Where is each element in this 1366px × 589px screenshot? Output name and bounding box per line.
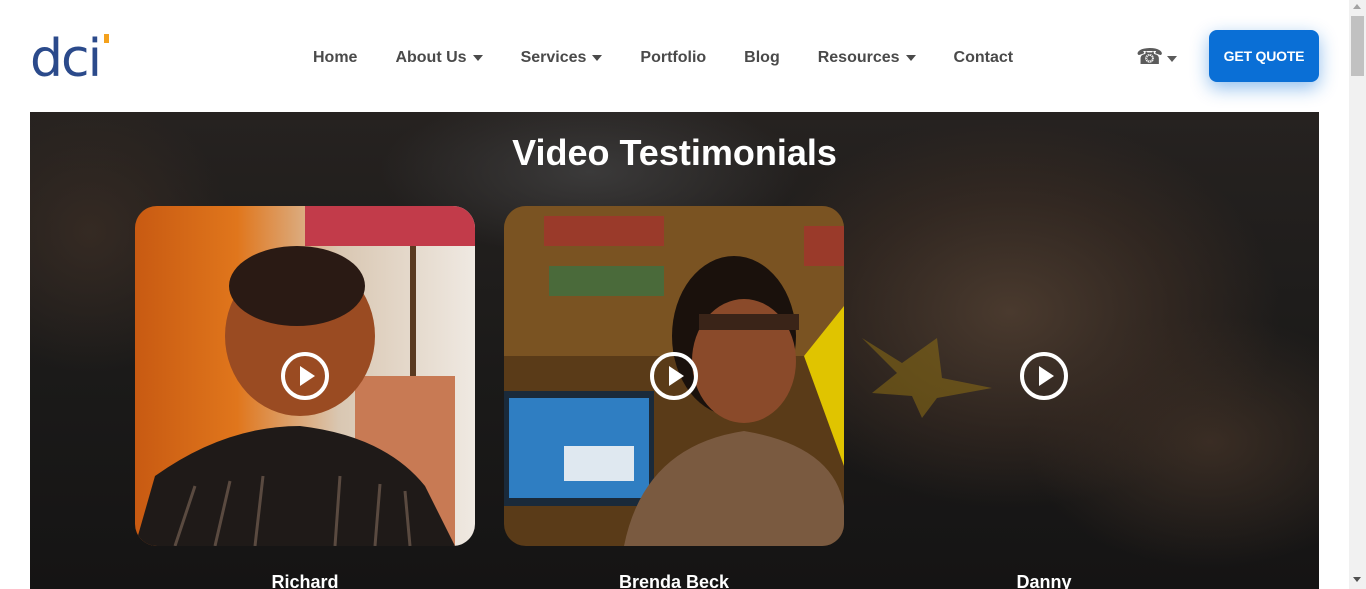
testimonial-video-danny[interactable] — [874, 206, 1214, 546]
testimonial-name-richard: Richard — [271, 572, 339, 589]
testimonial-name-brenda-beck: Brenda Beck — [618, 572, 730, 589]
play-icon[interactable] — [650, 352, 698, 400]
nav-home[interactable]: Home — [294, 49, 376, 67]
video-testimonials-section: Video Testimonials Richard Brenda Beck D… — [30, 112, 1319, 589]
testimonial-name-danny: Danny — [1016, 572, 1072, 589]
telephone-icon: ☎ — [1136, 44, 1164, 69]
play-icon[interactable] — [1020, 352, 1068, 400]
scroll-down-arrow-icon[interactable] — [1353, 577, 1361, 582]
nav-contact[interactable]: Contact — [935, 49, 1033, 67]
nav-blog[interactable]: Blog — [725, 49, 799, 67]
play-icon[interactable] — [281, 352, 329, 400]
vertical-scrollbar[interactable] — [1349, 0, 1366, 589]
caret-down-icon — [905, 55, 916, 61]
site-header: dci Home About Us Services Portfolio Blo… — [0, 0, 1349, 112]
caret-down-icon — [592, 55, 603, 61]
scroll-up-arrow-icon[interactable] — [1353, 4, 1361, 9]
nav-portfolio[interactable]: Portfolio — [621, 49, 725, 67]
nav-about-us[interactable]: About Us — [376, 49, 501, 67]
phone-dropdown[interactable]: ☎ — [1136, 44, 1178, 70]
scrollbar-thumb[interactable] — [1351, 16, 1364, 76]
nav-resources[interactable]: Resources — [799, 49, 935, 67]
nav-services[interactable]: Services — [502, 49, 622, 67]
testimonial-video-richard[interactable] — [135, 206, 475, 546]
testimonial-video-brenda-beck[interactable] — [504, 206, 844, 546]
svg-text:dci: dci — [30, 30, 100, 82]
section-title: Video Testimonials — [512, 132, 837, 173]
caret-down-icon — [1167, 56, 1178, 62]
main-nav: Home About Us Services Portfolio Blog Re… — [294, 40, 1032, 76]
caret-down-icon — [472, 55, 483, 61]
dci-logo[interactable]: dci — [30, 29, 114, 89]
get-quote-button[interactable]: GET QUOTE — [1209, 30, 1319, 82]
